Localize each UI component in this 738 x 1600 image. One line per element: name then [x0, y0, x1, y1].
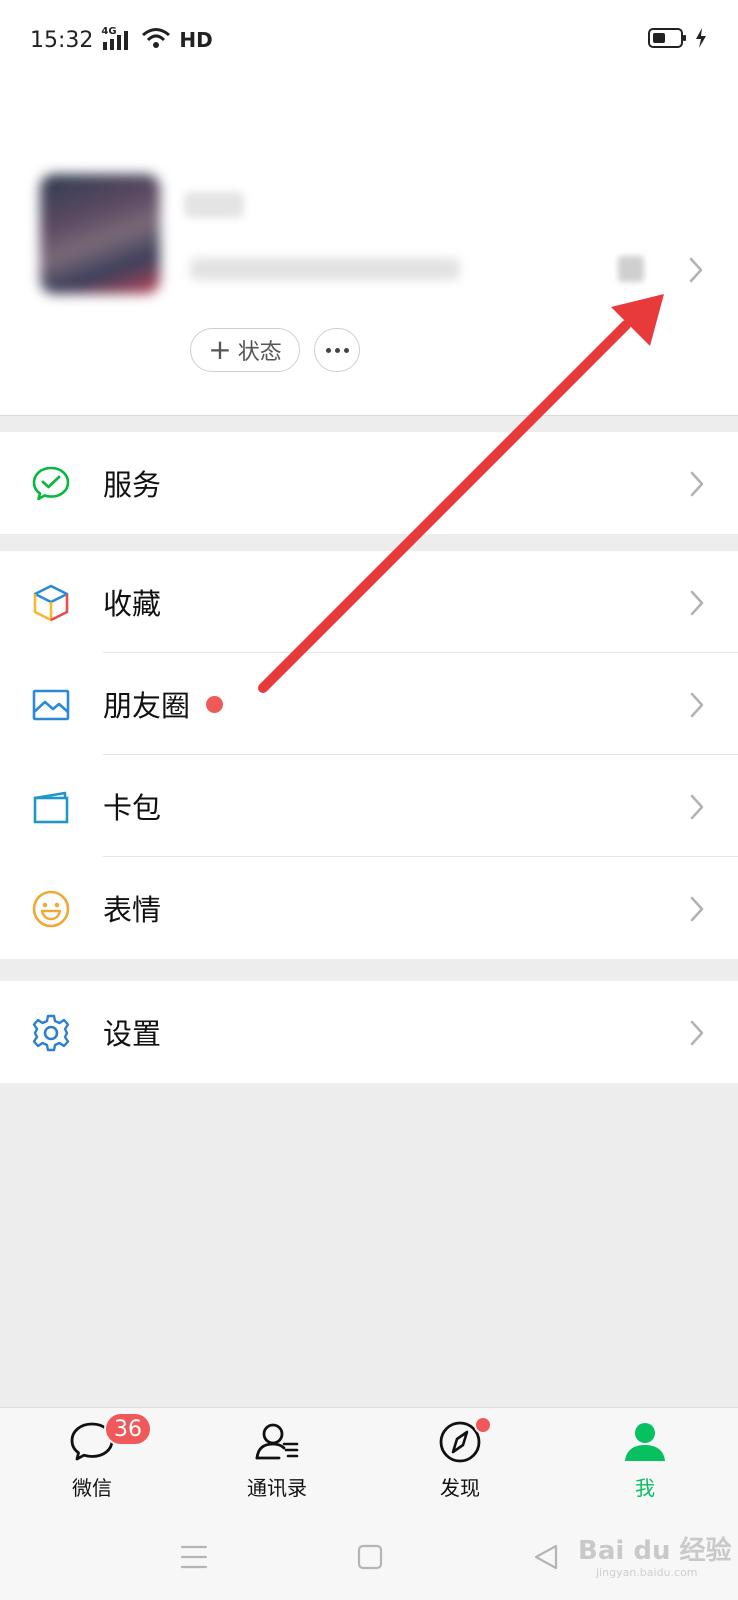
chevron-right-icon [689, 1019, 705, 1051]
chevron-right-icon [689, 793, 705, 825]
bottom-tab-bar: 36 微信 通讯录 发现 我 [0, 1407, 738, 1517]
profile-name-blurred [184, 192, 244, 218]
profile-chevron-icon[interactable] [688, 256, 704, 288]
wechat-id-blurred [190, 258, 460, 280]
menu-item-cards[interactable]: 卡包 [0, 755, 738, 857]
signal-icon: 4G [101, 26, 133, 52]
charging-icon [694, 27, 708, 53]
status-right [648, 27, 708, 53]
menu-item-services[interactable]: 服务 [0, 432, 738, 534]
menu-label-cards: 卡包 [103, 791, 162, 825]
menu-icon[interactable] [180, 1543, 208, 1575]
menu-label-stickers: 表情 [103, 893, 162, 927]
tab-chats[interactable]: 36 微信 [32, 1412, 152, 1514]
more-dot-icon [325, 347, 331, 353]
person-icon [621, 1418, 669, 1466]
tab-label-contacts: 通讯录 [247, 1476, 307, 1500]
menu-group-settings: 设置 [0, 981, 738, 1083]
hd-indicator: HD [179, 28, 213, 52]
image-icon [31, 685, 71, 725]
baidu-watermark: Bai du 经验 [578, 1536, 732, 1566]
home-icon[interactable] [356, 1543, 384, 1575]
more-dot-icon [334, 347, 340, 353]
wifi-icon [141, 26, 171, 54]
menu-group-services: 服务 [0, 432, 738, 534]
menu-item-settings[interactable]: 设置 [0, 981, 738, 1083]
avatar[interactable] [40, 174, 160, 294]
card-icon [31, 787, 71, 827]
cube-icon [31, 583, 71, 623]
chevron-right-icon [689, 470, 705, 502]
qr-code-icon[interactable] [618, 256, 644, 282]
more-dot-icon [343, 347, 349, 353]
tab-label-chats: 微信 [72, 1476, 112, 1500]
back-icon[interactable] [532, 1543, 560, 1575]
new-update-dot [206, 695, 224, 713]
chevron-right-icon [689, 895, 705, 927]
gear-icon [31, 1013, 71, 1053]
tab-contacts[interactable]: 通讯录 [217, 1418, 337, 1514]
chevron-right-icon [689, 691, 705, 723]
status-bar: 15:32 4G HD [0, 0, 738, 80]
menu-label-moments: 朋友圈 [103, 653, 224, 755]
menu-label-favorites: 收藏 [103, 587, 162, 621]
tab-discover[interactable]: 发现 [400, 1416, 520, 1514]
profile-section[interactable]: + 状态 [0, 80, 738, 416]
menu-label-settings: 设置 [103, 1017, 162, 1051]
chat-bubble-icon: 36 [68, 1412, 152, 1466]
contacts-icon [253, 1418, 301, 1466]
unread-badge: 36 [104, 1412, 152, 1446]
tab-me[interactable]: 我 [585, 1418, 705, 1514]
wechat-pay-icon [31, 464, 71, 504]
status-button-label: 状态 [237, 340, 282, 365]
menu-label-services: 服务 [103, 468, 162, 502]
battery-icon [648, 27, 688, 53]
discover-dot [474, 1416, 492, 1434]
menu-item-stickers[interactable]: 表情 [0, 857, 738, 959]
moments-text: 朋友圈 [103, 689, 191, 723]
status-time: 15:32 [30, 27, 94, 53]
more-button[interactable] [314, 328, 360, 372]
baidu-watermark-url: jingyan.baidu.com [596, 1566, 698, 1579]
menu-item-moments[interactable]: 朋友圈 [0, 653, 738, 755]
network-type: 4G [101, 26, 117, 37]
smiley-icon [31, 889, 71, 929]
menu-group-personal: 收藏 朋友圈 卡包 表情 [0, 551, 738, 959]
tab-label-discover: 发现 [440, 1476, 480, 1500]
chevron-right-icon [689, 589, 705, 621]
add-status-button[interactable]: + 状态 [190, 328, 300, 372]
compass-icon [436, 1416, 492, 1466]
menu-item-favorites[interactable]: 收藏 [0, 551, 738, 653]
tab-label-me: 我 [635, 1476, 655, 1500]
plus-icon: + [208, 333, 232, 366]
status-left: 15:32 4G HD [30, 26, 213, 54]
